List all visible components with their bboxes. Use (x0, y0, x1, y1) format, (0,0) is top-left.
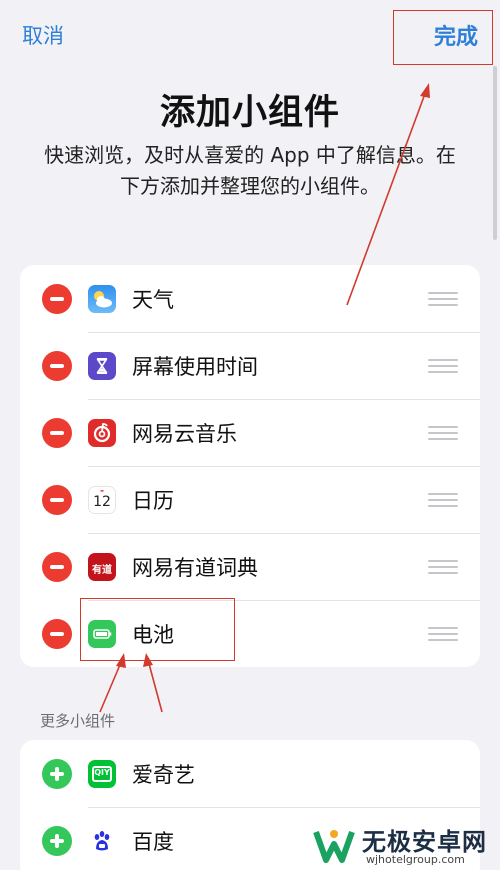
calendar-icon: ▬ 12 (88, 486, 116, 514)
watermark: 无极安卓网 wjhotelgroup.com (312, 820, 498, 870)
watermark-url: wjhotelgroup.com (366, 853, 465, 866)
widget-label: 屏幕使用时间 (132, 355, 258, 379)
widget-row-youdao: 有道 网易有道词典 (20, 533, 480, 600)
battery-highlight-box (80, 598, 235, 661)
add-widget-button[interactable] (42, 759, 72, 789)
iqiyi-icon: QIY (88, 760, 116, 788)
remove-widget-button[interactable] (42, 284, 72, 314)
remove-widget-button[interactable] (42, 619, 72, 649)
widget-label: 网易云音乐 (132, 422, 237, 446)
remove-widget-button[interactable] (42, 485, 72, 515)
hourglass-icon (88, 352, 116, 380)
done-highlight-box (393, 10, 493, 65)
widget-label: 爱奇艺 (132, 763, 195, 787)
widget-row-screen-time: 屏幕使用时间 (20, 332, 480, 399)
widget-label: 天气 (132, 288, 174, 312)
reorder-handle-icon[interactable] (428, 627, 458, 641)
iqiyi-icon-text: QIY (94, 768, 110, 777)
youdao-icon-text: 有道 (92, 565, 112, 576)
page-title: 添加小组件 (159, 93, 340, 133)
weather-icon (88, 285, 116, 313)
reorder-handle-icon[interactable] (428, 493, 458, 507)
widget-label: 日历 (132, 489, 174, 513)
widget-row-weather: 天气 (20, 265, 480, 332)
reorder-handle-icon[interactable] (428, 292, 458, 306)
remove-widget-button[interactable] (42, 552, 72, 582)
widget-label: 百度 (132, 830, 174, 854)
reorder-handle-icon[interactable] (428, 426, 458, 440)
watermark-title: 无极安卓网 (362, 828, 487, 856)
widget-row-iqiyi: QIY 爱奇艺 (20, 740, 480, 807)
calendar-icon-text: 12 (93, 494, 111, 510)
more-widgets-header: 更多小组件 (40, 712, 116, 730)
reorder-handle-icon[interactable] (428, 560, 458, 574)
netease-music-icon (88, 419, 116, 447)
remove-widget-button[interactable] (42, 418, 72, 448)
cancel-button[interactable]: 取消 (22, 20, 64, 50)
page-description: 快速浏览，及时从喜爱的 App 中了解信息。在下方添加并整理您的小组件。 (44, 143, 456, 198)
widget-row-netease-music: 网易云音乐 (20, 399, 480, 466)
reorder-handle-icon[interactable] (428, 359, 458, 373)
watermark-logo-icon (313, 830, 355, 863)
widget-row-calendar: ▬ 12 日历 (20, 466, 480, 533)
widget-label: 网易有道词典 (132, 556, 258, 580)
baidu-icon (88, 827, 116, 855)
remove-widget-button[interactable] (42, 351, 72, 381)
youdao-icon: 有道 (88, 553, 116, 581)
add-widget-button[interactable] (42, 826, 72, 856)
